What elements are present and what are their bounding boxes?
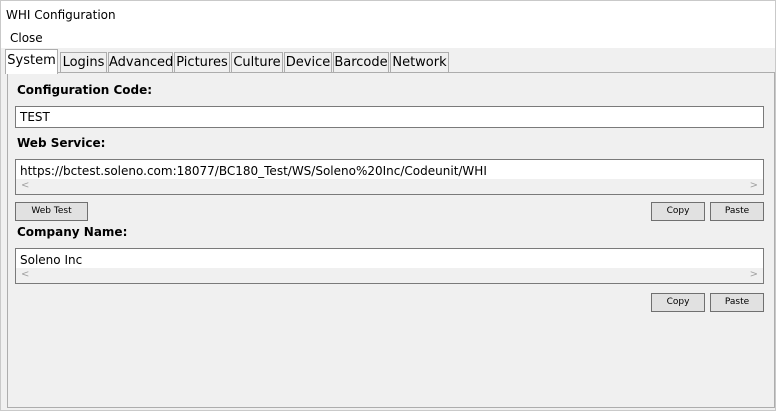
- chevron-right-icon[interactable]: >: [750, 269, 758, 280]
- tab-pictures[interactable]: Pictures: [174, 52, 230, 73]
- company-name-scrollbar[interactable]: < >: [16, 268, 763, 283]
- web-service-copy-button[interactable]: Copy: [651, 202, 705, 221]
- web-service-input[interactable]: https://bctest.soleno.com:18077/BC180_Te…: [15, 159, 764, 195]
- web-service-value: https://bctest.soleno.com:18077/BC180_Te…: [20, 164, 487, 178]
- tab-network[interactable]: Network: [390, 52, 449, 73]
- system-tab-panel: Configuration Code: TEST Web Service: ht…: [7, 72, 775, 408]
- company-name-paste-button[interactable]: Paste: [710, 293, 764, 312]
- tab-barcode[interactable]: Barcode: [333, 52, 389, 73]
- configuration-window: WHI Configuration Close System Logins Ad…: [0, 0, 776, 411]
- chevron-left-icon[interactable]: <: [21, 269, 29, 280]
- company-name-label: Company Name:: [17, 225, 128, 239]
- tab-culture[interactable]: Culture: [231, 52, 283, 73]
- close-menu-item[interactable]: Close: [10, 31, 43, 45]
- web-service-paste-button[interactable]: Paste: [710, 202, 764, 221]
- company-name-input[interactable]: Soleno Inc < >: [15, 248, 764, 284]
- window-title: WHI Configuration: [6, 8, 116, 22]
- configuration-code-input[interactable]: TEST: [15, 106, 764, 128]
- company-name-value: Soleno Inc: [20, 253, 83, 267]
- chevron-left-icon[interactable]: <: [21, 180, 29, 191]
- chevron-right-icon[interactable]: >: [750, 180, 758, 191]
- tab-device[interactable]: Device: [284, 52, 332, 73]
- web-service-label: Web Service:: [17, 136, 106, 150]
- company-name-copy-button[interactable]: Copy: [651, 293, 705, 312]
- tab-logins[interactable]: Logins: [60, 52, 107, 73]
- tab-system[interactable]: System: [5, 49, 58, 74]
- tab-strip: System Logins Advanced Pictures Culture …: [5, 49, 771, 74]
- menu-bar: Close: [1, 28, 775, 48]
- title-bar: WHI Configuration: [1, 1, 775, 28]
- web-test-button[interactable]: Web Test: [15, 202, 88, 221]
- tab-advanced[interactable]: Advanced: [108, 52, 173, 73]
- configuration-code-label: Configuration Code:: [17, 83, 153, 97]
- web-service-scrollbar[interactable]: < >: [16, 179, 763, 194]
